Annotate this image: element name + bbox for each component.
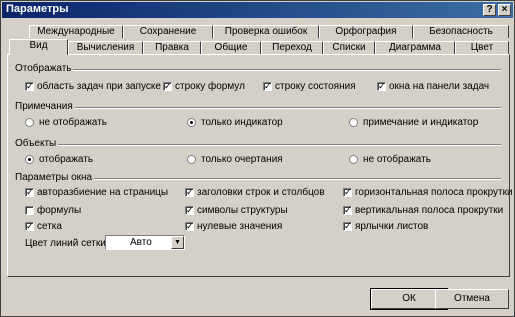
display-group-label: Отображать	[15, 63, 74, 74]
comments-none-label: не отображать	[39, 117, 107, 128]
cancel-button[interactable]: Отмена	[435, 289, 509, 309]
status-bar-label: строку состояния	[275, 81, 356, 92]
row-col-headers-checkbox[interactable]: ✓	[185, 188, 194, 197]
tab-lists[interactable]: Списки	[323, 41, 375, 54]
comments-separator	[59, 107, 501, 109]
comments-indicator-radio[interactable]	[187, 118, 196, 127]
tab-general[interactable]: Общие	[201, 41, 261, 54]
tab-chart[interactable]: Диаграмма	[375, 41, 455, 54]
tab-edit[interactable]: Правка	[143, 41, 201, 54]
status-bar-checkbox[interactable]: ✓	[263, 82, 272, 91]
radio-dot	[28, 158, 31, 161]
windows-taskbar-checkbox[interactable]: ✓	[377, 82, 386, 91]
auto-page-breaks-checkbox[interactable]: ✓	[25, 188, 34, 197]
objects-separator	[51, 144, 501, 146]
auto-page-breaks-label: авторазбиение на страницы	[37, 187, 169, 198]
objects-show-radio[interactable]	[25, 155, 34, 164]
windows-taskbar-label: окна на панели задач	[389, 81, 490, 92]
close-button[interactable]: ×	[498, 4, 511, 16]
display-separator	[55, 69, 501, 71]
h-scrollbar-label: горизонтальная полоса прокрутки	[355, 187, 513, 198]
outline-symbols-label: символы структуры	[197, 205, 288, 216]
objects-hide-label: не отображать	[363, 154, 431, 165]
options-dialog: Параметры ? × Международные Сохранение П…	[0, 0, 515, 317]
comments-none-radio[interactable]	[25, 118, 34, 127]
radio-dot	[190, 121, 193, 124]
v-scrollbar-checkbox[interactable]: ✓	[343, 206, 352, 215]
tab-error-checking[interactable]: Проверка ошибок	[213, 25, 319, 38]
tab-calculation[interactable]: Вычисления	[68, 41, 143, 54]
objects-outline-radio[interactable]	[187, 155, 196, 164]
comments-group-label: Примечания	[15, 101, 75, 112]
objects-group-label: Объекты	[15, 138, 59, 149]
formulas-checkbox[interactable]	[25, 206, 34, 215]
window-title: Параметры	[6, 3, 69, 15]
help-button[interactable]: ?	[483, 4, 496, 16]
tab-view[interactable]: Вид	[9, 39, 68, 55]
objects-outline-label: только очертания	[201, 154, 283, 165]
comments-indicator-label: только индикатор	[201, 117, 283, 128]
zero-values-checkbox[interactable]: ✓	[185, 222, 194, 231]
sheet-tabs-label: ярлычки листов	[355, 221, 429, 232]
tab-save[interactable]: Сохранение	[123, 25, 213, 38]
gridlines-label: сетка	[37, 221, 62, 232]
gridline-color-select[interactable]: Авто ▼	[105, 235, 185, 250]
taskpane-startup-label: область задач при запуске	[37, 81, 161, 92]
formula-bar-checkbox[interactable]: ✓	[163, 82, 172, 91]
comments-both-label: примечание и индикатор	[363, 117, 479, 128]
formulas-label: формулы	[37, 205, 82, 216]
tab-international[interactable]: Международные	[29, 25, 123, 38]
formula-bar-label: строку формул	[175, 81, 245, 92]
chevron-down-icon[interactable]: ▼	[171, 236, 184, 249]
tab-color[interactable]: Цвет	[455, 41, 509, 54]
h-scrollbar-checkbox[interactable]: ✓	[343, 188, 352, 197]
gridline-color-label: Цвет линий сетки:	[25, 238, 109, 249]
outline-symbols-checkbox[interactable]: ✓	[185, 206, 194, 215]
title-bar: Параметры ? ×	[2, 2, 513, 18]
row-col-headers-label: заголовки строк и столбцов	[197, 187, 325, 198]
zero-values-label: нулевые значения	[197, 221, 283, 232]
sheet-tabs-checkbox[interactable]: ✓	[343, 222, 352, 231]
gridlines-checkbox[interactable]: ✓	[25, 222, 34, 231]
tab-security[interactable]: Безопасность	[413, 25, 509, 38]
tab-transition[interactable]: Переход	[261, 41, 323, 54]
gridline-color-value: Авто	[130, 237, 152, 248]
v-scrollbar-label: вертикальная полоса прокрутки	[355, 205, 504, 216]
comments-both-radio[interactable]	[349, 118, 358, 127]
tab-spelling[interactable]: Орфография	[319, 25, 413, 38]
window-params-group-label: Параметры окна	[15, 172, 95, 183]
objects-show-label: отображать	[39, 154, 94, 165]
objects-hide-radio[interactable]	[349, 155, 358, 164]
taskpane-startup-checkbox[interactable]: ✓	[25, 82, 34, 91]
window-params-separator	[83, 178, 501, 180]
